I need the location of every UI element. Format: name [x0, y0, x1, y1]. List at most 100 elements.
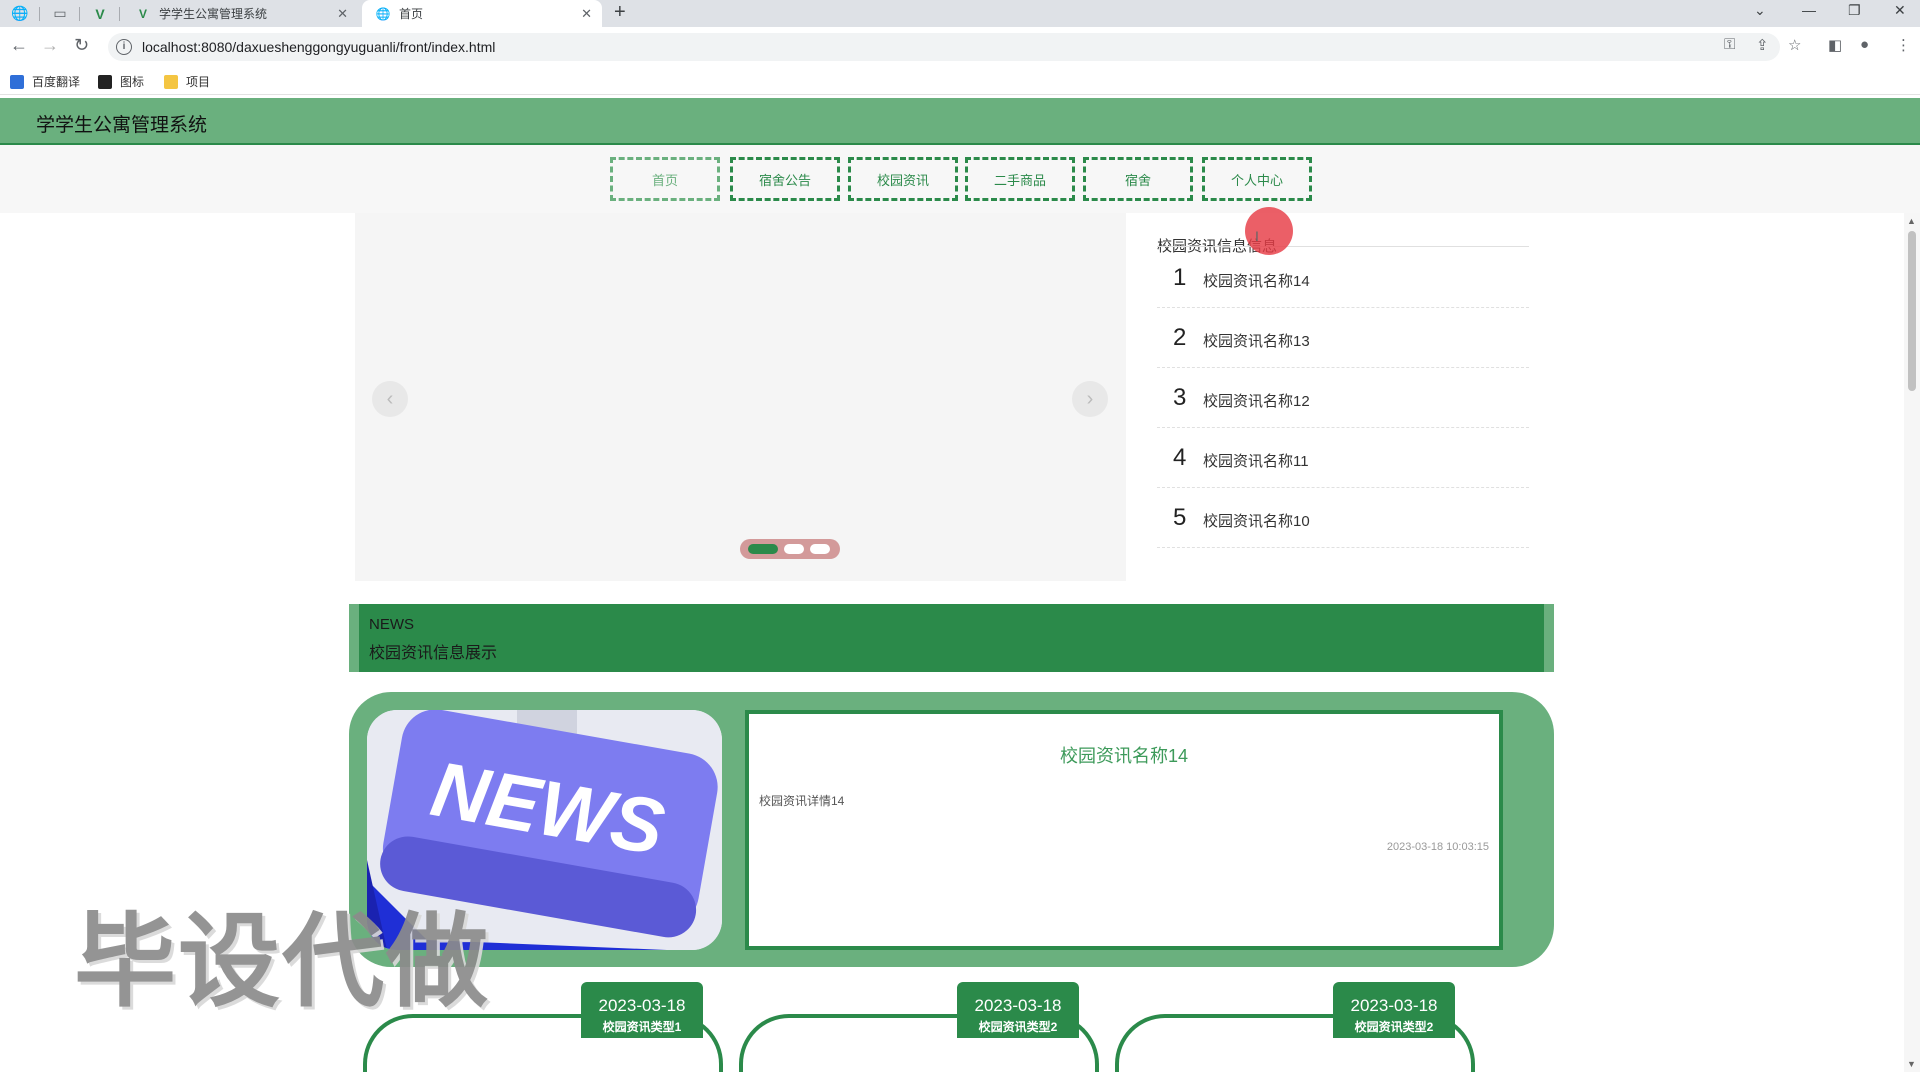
list-item-name[interactable]: 校园资讯名称12 [1203, 390, 1310, 411]
side-panel-icon[interactable]: ◧ [1828, 36, 1842, 54]
vue-icon: V [138, 6, 147, 21]
news-section-banner: NEWS 校园资讯信息展示 [349, 604, 1554, 672]
site-title: 学学生公寓管理系统 [36, 115, 208, 136]
bookmark-project[interactable]: 项目 [164, 73, 210, 90]
nav-campus-news[interactable]: 校园资讯 [848, 157, 958, 201]
reload-icon[interactable]: ↻ [74, 35, 89, 56]
nav-second-hand[interactable]: 二手商品 [965, 157, 1075, 201]
forward-icon[interactable]: → [41, 35, 59, 56]
list-item[interactable]: 4 校园资讯名称11 [1157, 428, 1529, 488]
list-item-number: 3 [1173, 384, 1187, 411]
card-date-tag: 2023-03-18 校园资讯类型1 [581, 982, 703, 1038]
scroll-up-icon[interactable]: ▲ [1907, 216, 1916, 226]
list-item-name[interactable]: 校园资讯名称10 [1203, 510, 1310, 531]
carousel-dot-3[interactable] [810, 544, 830, 554]
site-header: 学学生公寓管理系统 [0, 98, 1920, 145]
list-item[interactable]: 3 校园资讯名称12 [1157, 368, 1529, 428]
bookmark-label: 项目 [186, 75, 211, 89]
featured-news-title[interactable]: 校园资讯名称14 [749, 742, 1499, 768]
key-icon[interactable]: ⚿ [1724, 36, 1735, 53]
featured-news-time: 2023-03-18 10:03:15 [1386, 841, 1489, 853]
main-nav: 首页 宿舍公告 校园资讯 二手商品 宿舍 个人中心 [0, 145, 1920, 213]
globe-icon: 🌐 [375, 6, 391, 21]
featured-news-desc: 校园资讯详情14 [759, 794, 845, 808]
news-side-list: 校园资讯信息信息 1 校园资讯名称14 2 校园资讯名称13 3 校园资讯名称1… [1157, 213, 1529, 583]
card-date: 2023-03-18 [598, 996, 686, 1015]
site-info-icon[interactable]: i [116, 39, 132, 55]
card-date-tag: 2023-03-18 校园资讯类型2 [1333, 982, 1455, 1038]
carousel-next-button[interactable]: › [1072, 381, 1108, 417]
list-item-number: 2 [1173, 324, 1187, 351]
share-icon[interactable]: ⇪ [1756, 36, 1769, 54]
url-text: localhost:8080/daxueshenggongyuguanli/fr… [142, 39, 496, 55]
list-item-name[interactable]: 校园资讯名称14 [1203, 270, 1310, 291]
url-field[interactable]: i localhost:8080/daxueshenggongyuguanli/… [108, 33, 1780, 61]
news-card[interactable]: 2023-03-18 校园资讯类型2 [739, 982, 1099, 1072]
news-card[interactable]: 2023-03-18 校园资讯类型2 [1115, 982, 1475, 1072]
tab-title: 首页 [399, 7, 424, 21]
bookmark-icons[interactable]: 图标 [98, 73, 144, 90]
nav-dorm-notice[interactable]: 宿舍公告 [730, 157, 840, 201]
featured-news-card[interactable]: NEWS 校园资讯名称14 校园资讯详情14 2023-03-18 10:03:… [349, 692, 1554, 967]
list-item-number: 1 [1173, 264, 1187, 291]
folder-icon [164, 74, 178, 89]
card-type: 校园资讯类型2 [978, 1020, 1058, 1034]
carousel-prev-button[interactable]: ‹ [372, 381, 408, 417]
featured-news-detail[interactable]: 校园资讯名称14 校园资讯详情14 2023-03-18 10:03:15 [745, 710, 1503, 950]
card-type: 校园资讯类型2 [1354, 1020, 1434, 1034]
image-carousel[interactable]: ‹ › [355, 213, 1126, 581]
card-date-tag: 2023-03-18 校园资讯类型2 [957, 982, 1079, 1038]
browser-tab-bar: 🌐 ▭ V V 学学生公寓管理系统 ✕ 🌐 首页 ✕ + ⌄ — ❐ ✕ [0, 0, 1920, 27]
app-root: 🌐 ▭ V V 学学生公寓管理系统 ✕ 🌐 首页 ✕ + ⌄ — ❐ ✕ ← →… [0, 0, 1920, 1072]
back-icon[interactable]: ← [10, 35, 28, 56]
list-item[interactable]: 2 校园资讯名称13 [1157, 308, 1529, 368]
card-type: 校园资讯类型1 [602, 1020, 682, 1034]
card-date: 2023-03-18 [974, 996, 1062, 1015]
card-date: 2023-03-18 [1350, 996, 1438, 1015]
profile-icon[interactable]: ● [1860, 36, 1869, 53]
bookmark-label: 百度翻译 [32, 75, 81, 89]
blank-tab-icon[interactable]: ▭ [40, 0, 80, 27]
close-tab-icon[interactable]: ✕ [581, 6, 592, 22]
new-tab-button[interactable]: + [614, 1, 626, 24]
nav-personal-center[interactable]: 个人中心 [1202, 157, 1312, 201]
bookmark-baidu-translate[interactable]: 百度翻译 [10, 73, 80, 90]
tab-title: 学学生公寓管理系统 [159, 7, 268, 21]
vertical-scrollbar[interactable]: ▲ ▼ [1904, 213, 1920, 1072]
news-card[interactable]: 2023-03-18 校园资讯类型1 [363, 982, 723, 1072]
carousel-dot-2[interactable] [784, 544, 804, 554]
browser-tab-home[interactable]: 🌐 首页 ✕ [362, 0, 602, 27]
text-cursor-icon: I [1255, 228, 1259, 244]
divider [1157, 246, 1529, 247]
list-item-name[interactable]: 校园资讯名称11 [1203, 450, 1309, 471]
bookmark-label: 图标 [120, 75, 145, 89]
star-icon[interactable]: ☆ [1788, 36, 1801, 54]
banner-subtitle: NEWS [369, 616, 414, 633]
tab-search-icon[interactable]: ⌄ [1754, 2, 1766, 19]
address-bar-row: ← → ↻ i localhost:8080/daxueshenggongyug… [0, 27, 1920, 67]
image-icon [98, 74, 112, 89]
close-window-button[interactable]: ✕ [1894, 2, 1906, 19]
translate-icon [10, 74, 24, 89]
list-item-number: 4 [1173, 444, 1187, 471]
browser-tab-system[interactable]: V 学学生公寓管理系统 ✕ [122, 0, 358, 27]
scrollbar-thumb[interactable] [1908, 231, 1916, 391]
globe-icon[interactable]: 🌐 [0, 0, 40, 27]
nav-dorm[interactable]: 宿舍 [1083, 157, 1193, 201]
banner-title: 校园资讯信息展示 [369, 645, 498, 662]
nav-home[interactable]: 首页 [610, 157, 720, 201]
cursor-highlight [1245, 207, 1293, 255]
menu-icon[interactable]: ⋮ [1896, 36, 1911, 54]
list-item[interactable]: 1 校园资讯名称14 [1157, 248, 1529, 308]
list-item-number: 5 [1173, 504, 1187, 531]
list-item-name[interactable]: 校园资讯名称13 [1203, 330, 1310, 351]
scroll-down-icon[interactable]: ▼ [1907, 1059, 1916, 1069]
minimize-button[interactable]: — [1802, 2, 1816, 18]
close-tab-icon[interactable]: ✕ [337, 6, 348, 22]
bookmarks-bar: 百度翻译 图标 项目 [0, 67, 1920, 95]
carousel-indicators [740, 539, 840, 559]
list-item[interactable]: 5 校园资讯名称10 [1157, 488, 1529, 548]
vue-tab-icon[interactable]: V [80, 0, 120, 27]
carousel-dot-1[interactable] [748, 544, 778, 554]
restore-button[interactable]: ❐ [1848, 2, 1861, 19]
